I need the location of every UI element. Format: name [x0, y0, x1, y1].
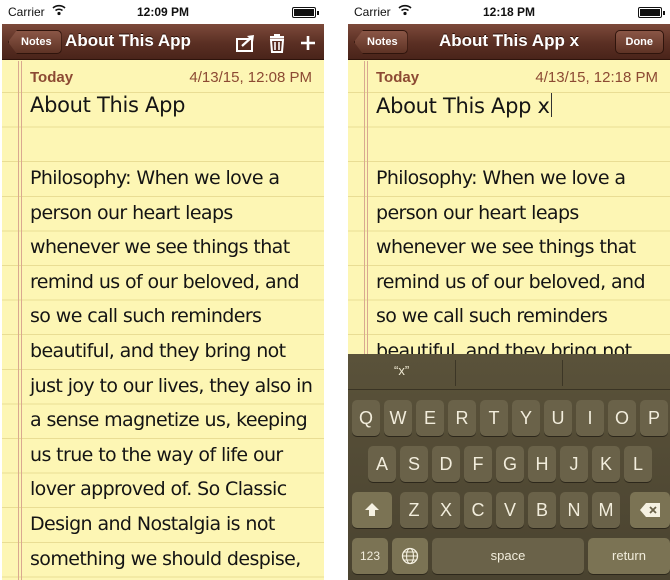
margin-line	[18, 61, 19, 580]
note-body[interactable]: Philosophy: When we love a person our he…	[30, 161, 320, 576]
shift-key[interactable]	[352, 492, 392, 528]
key-f[interactable]: F	[464, 446, 492, 482]
key-e[interactable]: E	[416, 400, 444, 436]
key-z[interactable]: Z	[400, 492, 428, 528]
status-bar: Carrier 12:09 PM	[2, 0, 324, 24]
note-line: us true to the way of life our	[30, 443, 283, 466]
key-g[interactable]: G	[496, 446, 524, 482]
space-key[interactable]: space	[432, 538, 584, 574]
key-v[interactable]: V	[496, 492, 524, 528]
note-date-label: Today	[30, 69, 74, 86]
suggestion-item[interactable]: “x”	[394, 363, 409, 378]
note-date: 4/13/15, 12:08 PM	[189, 69, 312, 86]
battery-icon	[638, 7, 665, 18]
delete-icon	[640, 503, 660, 517]
globe-key[interactable]	[392, 538, 428, 574]
key-r[interactable]: R	[448, 400, 476, 436]
nav-title: About This App	[65, 31, 191, 50]
key-n[interactable]: N	[560, 492, 588, 528]
note-title-editing[interactable]: About This App x	[376, 93, 552, 118]
add-icon[interactable]	[297, 32, 319, 54]
status-bar: Carrier 12:18 PM	[348, 0, 670, 24]
navigation-bar: Notes About This App	[2, 24, 324, 60]
note-line: remind us of our beloved, and	[376, 270, 646, 293]
margin-line	[21, 61, 22, 580]
note-line: person our heart leaps	[30, 201, 233, 224]
trash-icon[interactable]	[266, 32, 288, 54]
status-time: 12:18 PM	[482, 5, 536, 19]
return-key[interactable]: return	[588, 538, 670, 574]
note-body[interactable]: Philosophy: When we love a person our he…	[376, 161, 666, 369]
suggestion-divider	[455, 360, 456, 386]
navigation-bar: Notes About This App x Done	[348, 24, 670, 60]
note-line: beautiful, and they bring not	[30, 339, 286, 362]
key-k[interactable]: K	[592, 446, 620, 482]
globe-icon	[401, 547, 419, 565]
suggestion-divider	[562, 360, 563, 386]
key-c[interactable]: C	[464, 492, 492, 528]
key-y[interactable]: Y	[512, 400, 540, 436]
note-line: so we call such reminders	[376, 305, 608, 328]
note-line: person our heart leaps	[376, 201, 579, 224]
key-j[interactable]: J	[560, 446, 588, 482]
key-p[interactable]: P	[640, 400, 668, 436]
key-b[interactable]: B	[528, 492, 556, 528]
battery-icon	[292, 7, 319, 18]
key-i[interactable]: I	[576, 400, 604, 436]
text-cursor	[550, 93, 552, 117]
key-a[interactable]: A	[368, 446, 396, 482]
note-line: whenever we see things that	[30, 236, 290, 259]
numbers-key[interactable]: 123	[352, 538, 388, 574]
key-m[interactable]: M	[592, 492, 620, 528]
shift-icon	[365, 503, 379, 516]
key-u[interactable]: U	[544, 400, 572, 436]
note-line: a sense magnetize us, keeping	[30, 409, 308, 432]
key-d[interactable]: D	[432, 446, 460, 482]
note-line: something we should despise,	[30, 547, 301, 570]
key-x[interactable]: X	[432, 492, 460, 528]
key-s[interactable]: S	[400, 446, 428, 482]
key-w[interactable]: W	[384, 400, 412, 436]
note-line: Design and Nostalgia is not	[30, 512, 275, 535]
delete-key[interactable]	[630, 492, 670, 528]
note-line: whenever we see things that	[376, 236, 636, 259]
key-q[interactable]: Q	[352, 400, 380, 436]
note-line: remind us of our beloved, and	[30, 270, 300, 293]
note-line: Philosophy: When we love a	[376, 167, 626, 189]
note-date-label: Today	[376, 69, 420, 86]
key-t[interactable]: T	[480, 400, 508, 436]
note-title-text: About This App x	[376, 94, 550, 118]
note-line: so we call such reminders	[30, 305, 262, 328]
key-l[interactable]: L	[624, 446, 652, 482]
note-title: About This App	[30, 93, 186, 117]
note-line: Philosophy: When we love a	[30, 167, 280, 189]
suggestion-bar: “x”	[348, 354, 670, 390]
key-h[interactable]: H	[528, 446, 556, 482]
note-line: lover approved of. So Classic	[30, 478, 287, 501]
key-o[interactable]: O	[608, 400, 636, 436]
note-edit-screen: Carrier 12:18 PM Notes About This App x …	[348, 0, 670, 580]
status-time: 12:09 PM	[136, 5, 190, 19]
done-button[interactable]: Done	[614, 30, 664, 54]
note-view-screen: Carrier 12:09 PM Notes About This App To…	[2, 0, 324, 580]
note-line: just joy to our lives, they also in	[30, 374, 313, 397]
share-icon[interactable]	[235, 32, 257, 54]
keyboard: “x” Q W E R T Y U I O P A S D F G H J K …	[348, 354, 670, 580]
note-date: 4/13/15, 12:18 PM	[535, 69, 658, 86]
